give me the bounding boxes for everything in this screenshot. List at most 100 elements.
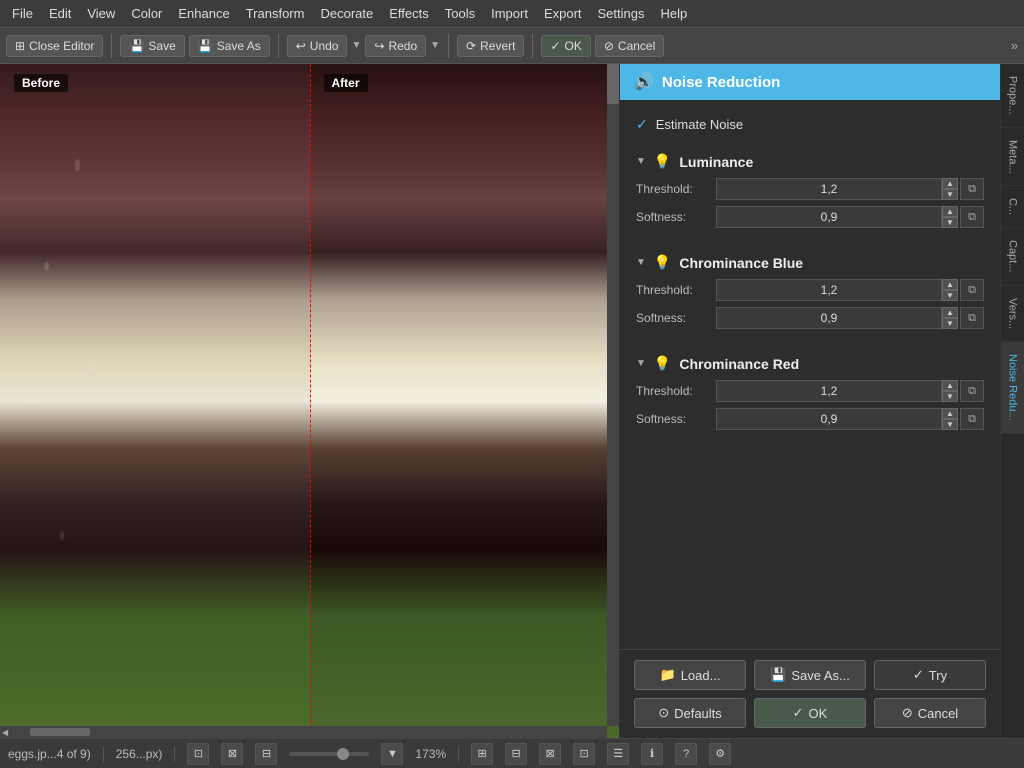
undo-icon: ↩ [296,39,306,53]
view-mode-2[interactable]: ⊟ [505,743,527,765]
luminance-collapse-arrow[interactable]: ▼ [636,156,646,167]
panel-ok-button[interactable]: ✓ OK [754,698,866,728]
undo-dropdown[interactable]: ▼ [351,40,361,51]
cancel-button[interactable]: ⊘ Cancel [595,35,664,57]
chrominance-red-threshold-input[interactable] [716,380,942,402]
save-as-icon: 💾 [198,39,213,53]
chrominance-red-softness-down[interactable]: ▼ [942,419,958,430]
menu-decorate[interactable]: Decorate [312,4,381,23]
luminance-threshold-up[interactable]: ▲ [942,178,958,189]
chrominance-red-threshold-down[interactable]: ▼ [942,391,958,402]
save-as-button[interactable]: 💾 Save As [189,35,270,57]
luminance-softness-spinners: ▲ ▼ [942,206,958,228]
toolbar-more[interactable]: » [1011,38,1018,53]
chrominance-blue-threshold-copy[interactable]: ⧉ [960,279,984,301]
zoom-dropdown[interactable]: ▼ [381,743,403,765]
view-mode-1[interactable]: ⊞ [471,743,493,765]
menu-import[interactable]: Import [483,4,536,23]
chrominance-blue-threshold-up[interactable]: ▲ [942,279,958,290]
menu-color[interactable]: Color [123,4,170,23]
menu-view[interactable]: View [79,4,123,23]
scroll-arrow-left[interactable]: ◀ [0,726,10,739]
noise-reduction-icon: 🔊 [634,72,654,92]
sidebar-tab-versions[interactable]: Vers... [1001,286,1024,342]
chrominance-blue-softness-down[interactable]: ▼ [942,318,958,329]
canvas-scrollbar-horizontal[interactable]: ◀ [0,726,607,738]
crop-icon-btn[interactable]: ⊡ [187,743,209,765]
view-mode-5[interactable]: ☰ [607,743,629,765]
menu-effects[interactable]: Effects [381,4,437,23]
menu-transform[interactable]: Transform [238,4,313,23]
menu-file[interactable]: File [4,4,41,23]
close-editor-button[interactable]: ⊞ Close Editor [6,35,103,57]
chrominance-blue-collapse-arrow[interactable]: ▼ [636,257,646,268]
toolbar-separator-3 [448,34,449,58]
zoom-thumb[interactable] [337,748,349,760]
revert-button[interactable]: ⟳ Revert [457,35,524,57]
menu-settings[interactable]: Settings [590,4,653,23]
defaults-button[interactable]: ⊙ Defaults [634,698,746,728]
luminance-softness-copy[interactable]: ⧉ [960,206,984,228]
chrominance-blue-softness-input[interactable] [716,307,942,329]
luminance-softness-input[interactable] [716,206,942,228]
toolbar-separator-2 [278,34,279,58]
luminance-threshold-input[interactable] [716,178,942,200]
chrominance-blue-threshold-down[interactable]: ▼ [942,290,958,301]
zoom-slider[interactable] [289,752,369,756]
panel-cancel-button[interactable]: ⊘ Cancel [874,698,986,728]
view-mode-3[interactable]: ⊠ [539,743,561,765]
settings-btn[interactable]: ⚙ [709,743,731,765]
chrominance-blue-softness-copy[interactable]: ⧉ [960,307,984,329]
chrominance-blue-softness-up[interactable]: ▲ [942,307,958,318]
estimate-noise-label: Estimate Noise [656,117,743,132]
ok-button[interactable]: ✓ OK [541,35,590,57]
menu-export[interactable]: Export [536,4,590,23]
load-button[interactable]: 📁 Load... [634,660,746,690]
help-btn[interactable]: ? [675,743,697,765]
menu-tools[interactable]: Tools [437,4,483,23]
chrominance-red-softness-input[interactable] [716,408,942,430]
redo-dropdown[interactable]: ▼ [430,40,440,51]
estimate-noise-check[interactable]: ✓ [636,116,648,133]
menu-bar: File Edit View Color Enhance Transform D… [0,0,1024,28]
menu-enhance[interactable]: Enhance [170,4,237,23]
chrominance-blue-softness-row: Softness: ▲ ▼ ⧉ [636,307,984,329]
scrollbar-thumb-horizontal[interactable] [30,728,90,736]
luminance-softness-down[interactable]: ▼ [942,217,958,228]
zoom-value: 173% [415,747,446,761]
canvas-icon-btn[interactable]: ⊟ [255,743,277,765]
canvas-area[interactable]: Before After ◀ [0,64,620,738]
menu-edit[interactable]: Edit [41,4,79,23]
footer-save-as-button[interactable]: 💾 Save As... [754,660,866,690]
save-button[interactable]: 💾 Save [120,35,184,57]
view-mode-4[interactable]: ⊡ [573,743,595,765]
chrominance-red-threshold-copy[interactable]: ⧉ [960,380,984,402]
luminance-softness-row: Softness: ▲ ▼ ⧉ [636,206,984,228]
sidebar-tab-c[interactable]: C... [1001,186,1024,228]
status-dimensions: 256...px) [116,747,163,761]
luminance-threshold-down[interactable]: ▼ [942,189,958,200]
info-btn[interactable]: ℹ [641,743,663,765]
chrominance-red-softness-up[interactable]: ▲ [942,408,958,419]
luminance-threshold-copy[interactable]: ⧉ [960,178,984,200]
luminance-softness-up[interactable]: ▲ [942,206,958,217]
chrominance-red-collapse-arrow[interactable]: ▼ [636,358,646,369]
chrominance-red-threshold-up[interactable]: ▲ [942,380,958,391]
undo-button[interactable]: ↩ Undo [287,35,348,57]
estimate-noise-row: ✓ Estimate Noise [620,108,1000,145]
chrominance-red-sliders: Threshold: ▲ ▼ ⧉ Softness: ▲ ▼ ⧉ [620,376,1000,448]
menu-help[interactable]: Help [653,4,696,23]
split-line[interactable] [310,64,311,738]
chrominance-blue-threshold-input[interactable] [716,279,942,301]
after-image [310,64,620,738]
sidebar-tab-noise-reduction[interactable]: Noise Redu... [1001,342,1024,434]
scrollbar-thumb-vertical[interactable] [607,64,619,104]
sidebar-tab-captions[interactable]: Capt... [1001,228,1024,285]
chrominance-red-softness-copy[interactable]: ⧉ [960,408,984,430]
redo-button[interactable]: ↪ Redo [365,35,426,57]
canvas-scrollbar-vertical[interactable] [607,64,619,726]
scale-icon-btn[interactable]: ⊠ [221,743,243,765]
sidebar-tab-meta[interactable]: Meta... [1001,128,1024,187]
try-button[interactable]: ✓ Try [874,660,986,690]
sidebar-tab-properties[interactable]: Prope... [1001,64,1024,128]
